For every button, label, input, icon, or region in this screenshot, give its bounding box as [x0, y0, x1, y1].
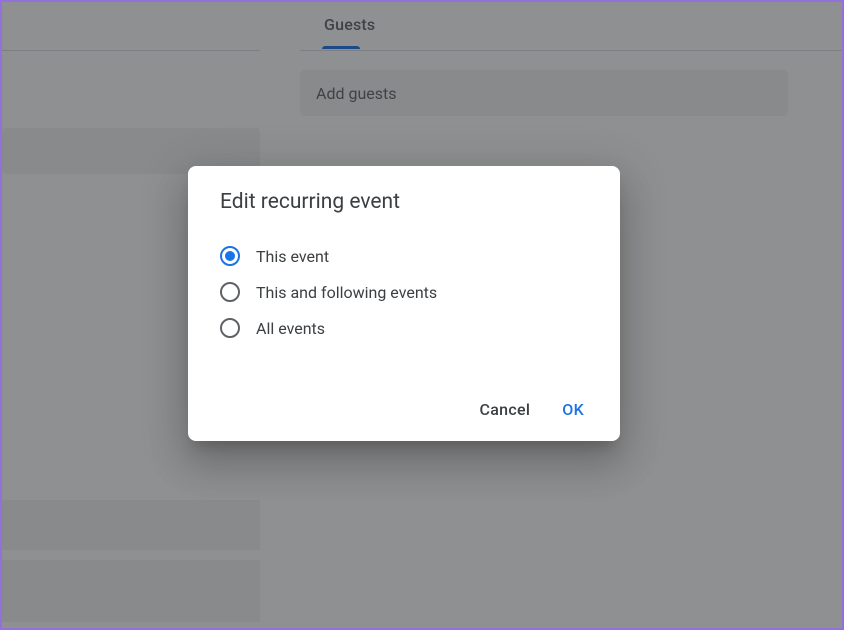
- radio-this-and-following[interactable]: This and following events: [220, 282, 596, 302]
- radio-all-events[interactable]: All events: [220, 318, 596, 338]
- radio-icon: [220, 282, 240, 302]
- recurring-options-group: This event This and following events All…: [212, 246, 596, 338]
- radio-icon: [220, 318, 240, 338]
- radio-label-following: This and following events: [256, 283, 437, 302]
- cancel-button[interactable]: Cancel: [467, 390, 542, 429]
- radio-icon: [220, 246, 240, 266]
- dialog-title: Edit recurring event: [212, 190, 596, 214]
- dialog-actions: Cancel OK: [212, 390, 596, 429]
- radio-this-event[interactable]: This event: [220, 246, 596, 266]
- edit-recurring-dialog: Edit recurring event This event This and…: [188, 166, 620, 441]
- radio-selected-dot: [225, 251, 235, 261]
- ok-button[interactable]: OK: [550, 390, 596, 429]
- radio-label-this: This event: [256, 247, 329, 266]
- radio-label-all: All events: [256, 319, 325, 338]
